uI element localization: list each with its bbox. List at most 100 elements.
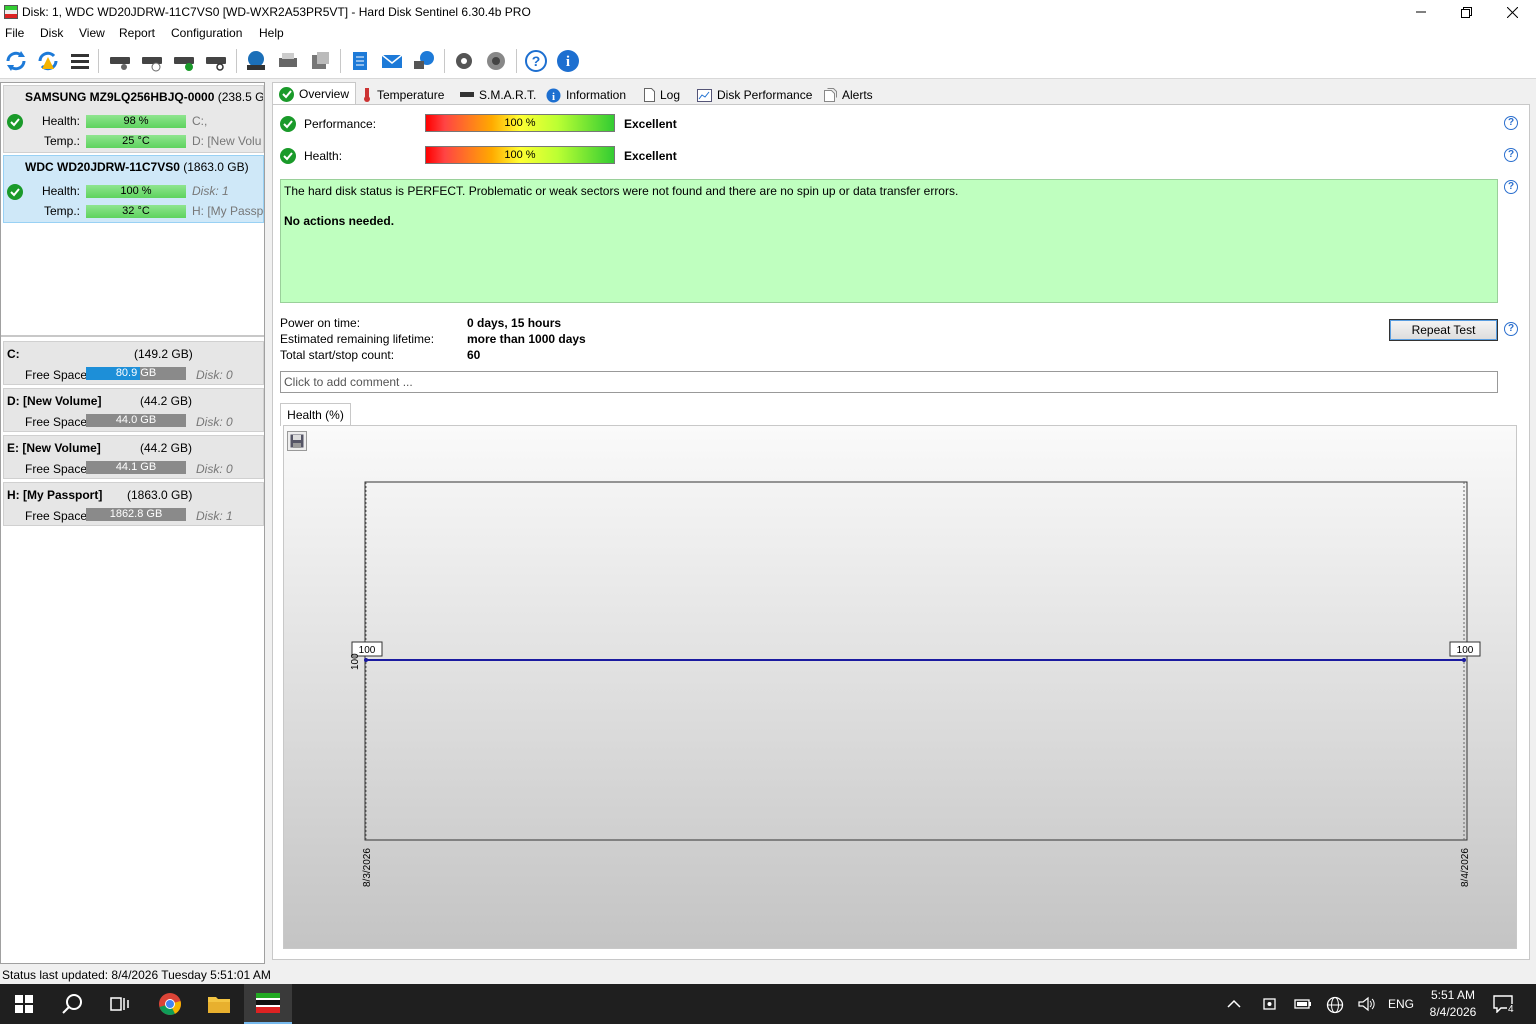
help-icon[interactable]: ? xyxy=(1504,148,1518,162)
toolbar: ? i xyxy=(0,43,1536,79)
volume-item-h[interactable]: H: [My Passport] (1863.0 GB) Free Space … xyxy=(3,482,264,526)
power-on-label: Power on time: xyxy=(280,316,361,330)
meet-icon[interactable] xyxy=(1262,996,1280,1012)
svg-text:i: i xyxy=(566,54,570,70)
status-text: The hard disk status is PERFECT. Problem… xyxy=(284,184,959,198)
performance-rating: Excellent xyxy=(624,117,677,131)
menu-file[interactable]: File xyxy=(5,26,24,40)
battery-icon[interactable] xyxy=(1294,996,1312,1012)
volume-disk: Disk: 0 xyxy=(196,368,233,382)
clock-time[interactable]: 5:51 AM xyxy=(1428,988,1478,1002)
drive-volume: D: [New Volu xyxy=(192,134,262,148)
refresh-warning-icon[interactable] xyxy=(34,47,62,75)
tab-overview[interactable]: Overview xyxy=(272,82,357,105)
performance-label: Performance: xyxy=(304,117,377,131)
tab-label: S.M.A.R.T. xyxy=(479,88,537,102)
lifetime-value: more than 1000 days xyxy=(467,332,586,346)
title-bar: Disk: 1, WDC WD20JDRW-11C7VS0 [WD-WXR2A5… xyxy=(0,0,1536,24)
help-icon[interactable]: ? xyxy=(1504,116,1518,130)
gear-icon[interactable] xyxy=(450,47,478,75)
tab-alerts[interactable]: Alerts xyxy=(818,85,879,105)
close-button[interactable] xyxy=(1489,0,1535,24)
volume-name: D: [New Volume] xyxy=(7,394,102,408)
volume-size: (149.2 GB) xyxy=(134,347,193,361)
tab-label: Alerts xyxy=(842,88,873,102)
data-label: 100 xyxy=(1457,645,1474,656)
disk-report-icon[interactable] xyxy=(306,47,334,75)
clock-date[interactable]: 8/4/2026 xyxy=(1423,1005,1483,1019)
file-explorer-icon[interactable] xyxy=(195,984,243,1024)
disk-name: WDC WD20JDRW-11C7VS0 (1863.0 GB) xyxy=(25,160,249,174)
language-indicator[interactable]: ENG xyxy=(1388,997,1414,1011)
disk-item-wdc[interactable]: WDC WD20JDRW-11C7VS0 (1863.0 GB) Health:… xyxy=(3,155,264,223)
help-icon[interactable]: ? xyxy=(522,47,550,75)
startstop-label: Total start/stop count: xyxy=(280,348,395,362)
tab-smart[interactable]: S.M.A.R.T. xyxy=(454,85,542,105)
volume-name: E: [New Volume] xyxy=(7,441,101,455)
volume-item-c[interactable]: C: (149.2 GB) Free Space 80.9 GB Disk: 0 xyxy=(3,341,264,385)
volume-disk: Disk: 1 xyxy=(196,509,233,523)
restore-button[interactable] xyxy=(1443,0,1489,24)
minimize-button[interactable] xyxy=(1398,0,1444,24)
menu-disk[interactable]: Disk xyxy=(40,26,63,40)
disk-settings-icon[interactable] xyxy=(106,47,134,75)
help-icon[interactable]: ? xyxy=(1504,180,1518,194)
free-space-bar: 1862.8 GB xyxy=(86,508,186,521)
notes-icon[interactable] xyxy=(346,47,374,75)
volume-item-e[interactable]: E: [New Volume] (44.2 GB) Free Space 44.… xyxy=(3,435,264,479)
disk-item-samsung[interactable]: SAMSUNG MZ9LQ256HBJQ-0000 (238.5 GE Heal… xyxy=(3,85,264,153)
tab-information[interactable]: i Information xyxy=(540,85,632,105)
health-ok-icon xyxy=(280,148,296,164)
volume-disk: Disk: 0 xyxy=(196,462,233,476)
chrome-icon[interactable] xyxy=(146,984,194,1024)
help-icon[interactable]: ? xyxy=(1504,322,1518,336)
info-icon[interactable]: i xyxy=(554,47,582,75)
tab-disk-performance[interactable]: Disk Performance xyxy=(691,85,818,105)
tab-label: Overview xyxy=(299,87,350,101)
menu-help[interactable]: Help xyxy=(259,26,284,40)
volume-icon[interactable] xyxy=(1358,996,1376,1012)
printer-icon[interactable] xyxy=(274,47,302,75)
taskbar: ENG 5:51 AM 8/4/2026 4 xyxy=(0,984,1536,1024)
tab-temperature[interactable]: Temperature xyxy=(356,85,450,105)
panel-divider xyxy=(1,335,264,337)
globe-icon[interactable] xyxy=(242,47,270,75)
volume-name: C: xyxy=(7,347,20,361)
volume-size: (1863.0 GB) xyxy=(127,488,193,502)
volume-item-d[interactable]: D: [New Volume] (44.2 GB) Free Space 44.… xyxy=(3,388,264,432)
hard-disk-sentinel-taskbar-icon[interactable] xyxy=(244,984,292,1024)
tab-label: Temperature xyxy=(377,88,445,102)
menu-report[interactable]: Report xyxy=(119,26,155,40)
thermometer-icon xyxy=(362,88,372,102)
tab-bar: Overview Temperature S.M.A.R.T. i Inform… xyxy=(272,82,1536,105)
free-space-bar: 44.0 GB xyxy=(86,414,186,427)
temp-bar: 32 °C xyxy=(86,205,186,218)
sound-icon[interactable] xyxy=(482,47,510,75)
mail-icon[interactable] xyxy=(378,47,406,75)
tab-log[interactable]: Log xyxy=(638,85,686,105)
disk-search-icon[interactable] xyxy=(202,47,230,75)
network-icon[interactable] xyxy=(410,47,438,75)
network-globe-icon[interactable] xyxy=(1326,996,1344,1014)
temp-label: Temp.: xyxy=(43,204,80,218)
task-view-icon[interactable] xyxy=(96,984,144,1024)
disk-list-icon[interactable] xyxy=(66,47,94,75)
menu-configuration[interactable]: Configuration xyxy=(171,26,242,40)
health-chart: 100 8/3/2026 100 8/4/2026 100 xyxy=(350,481,1481,887)
start-button[interactable] xyxy=(0,984,48,1024)
tab-health-chart[interactable]: Health (%) xyxy=(280,403,351,426)
repeat-test-button[interactable]: Repeat Test xyxy=(1389,319,1498,341)
tray-chevron-icon[interactable] xyxy=(1226,996,1242,1012)
drive-letters: C:, xyxy=(192,114,208,128)
disk-time-icon[interactable] xyxy=(138,47,166,75)
status-description: The hard disk status is PERFECT. Problem… xyxy=(280,179,1498,303)
disk-ok-icon[interactable] xyxy=(170,47,198,75)
menu-bar: File Disk View Report Configuration Help xyxy=(0,24,1536,43)
menu-view[interactable]: View xyxy=(79,26,105,40)
refresh-icon[interactable] xyxy=(2,47,30,75)
comment-input[interactable]: Click to add comment ... xyxy=(280,371,1498,393)
volume-name: H: [My Passport] xyxy=(7,488,103,502)
tab-label: Disk Performance xyxy=(717,88,813,102)
search-icon[interactable] xyxy=(48,984,96,1024)
notification-count: 4 xyxy=(1507,1004,1515,1015)
